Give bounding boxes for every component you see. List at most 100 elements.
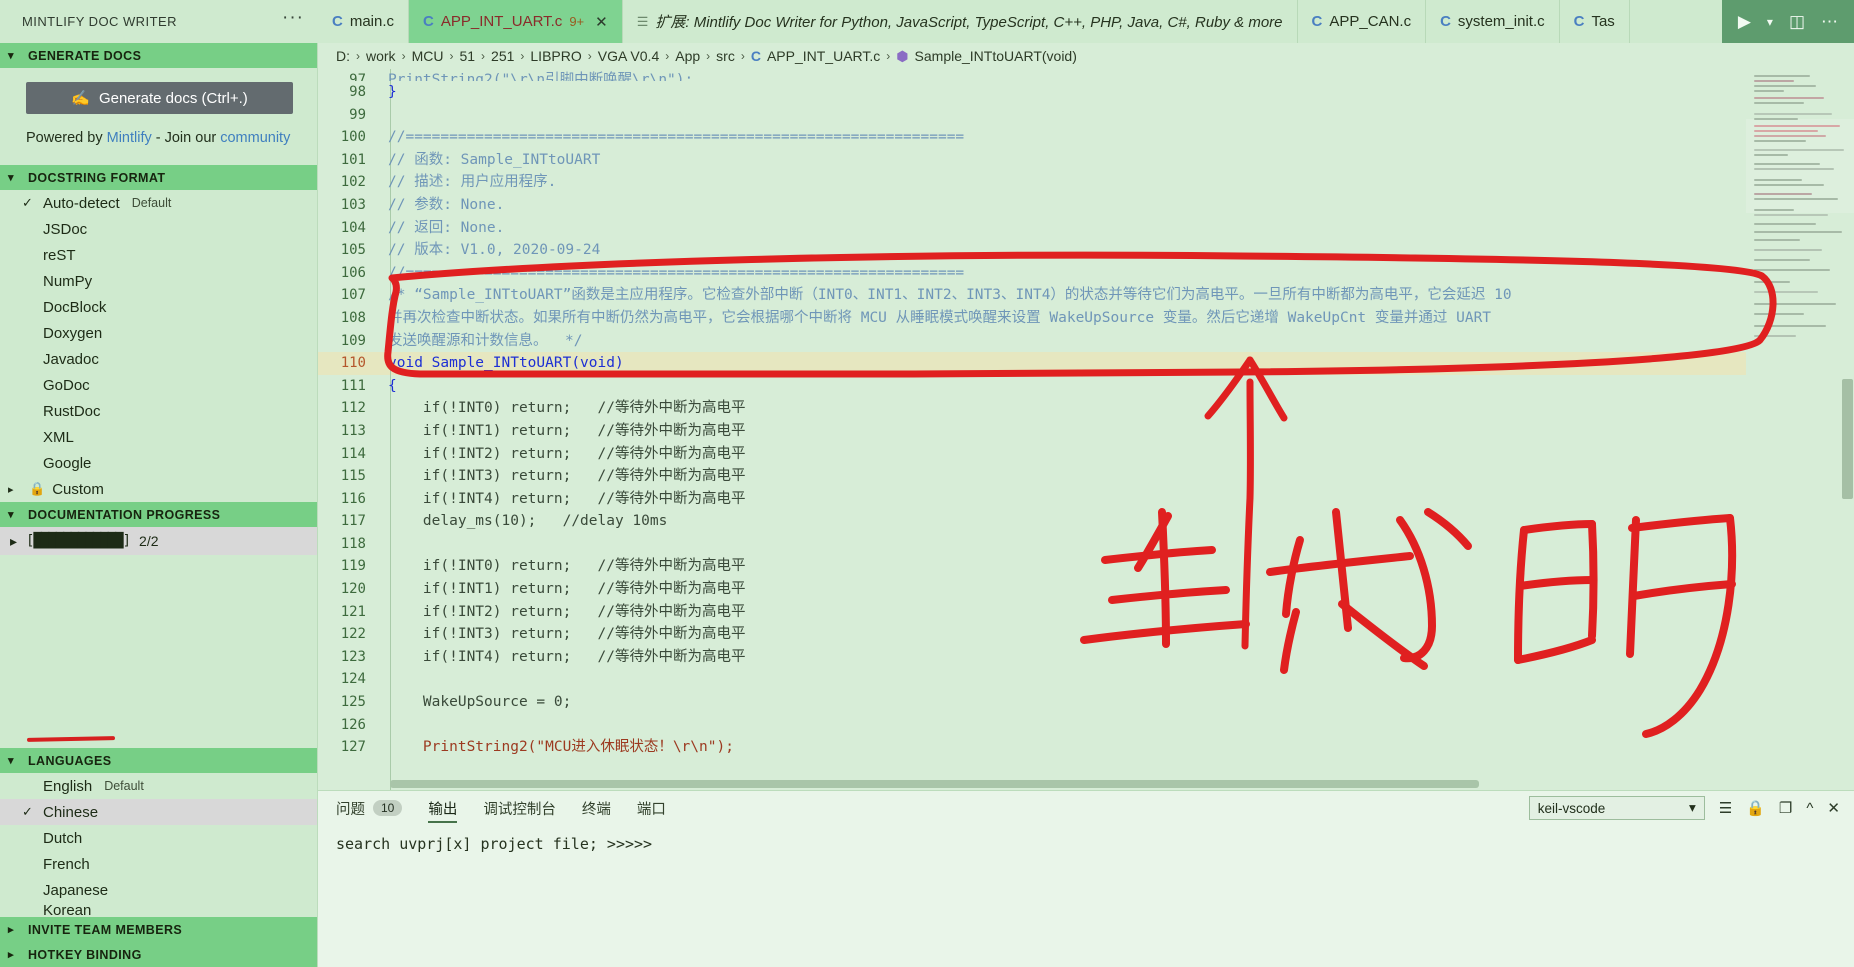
editor-minimap[interactable] <box>1746 69 1854 790</box>
section-invite-team-members[interactable]: ▸ INVITE TEAM MEMBERS <box>0 917 317 942</box>
editor-tab-app-int-uart-c[interactable]: C APP_INT_UART.c 9+ ✕ <box>409 0 623 43</box>
breadcrumb-item-9[interactable]: APP_INT_UART.c <box>767 48 880 64</box>
item-label: Custom <box>52 480 104 498</box>
breadcrumb-item-1[interactable]: work <box>366 48 396 64</box>
editor-tab-task-c[interactable]: C Tas <box>1559 0 1630 43</box>
more-actions-icon[interactable]: ⋯ <box>1821 12 1838 32</box>
breadcrumb-item-8[interactable]: src <box>716 48 735 64</box>
docstring-item-rest[interactable]: reST <box>0 242 317 268</box>
chevron-right-icon[interactable]: ▸ <box>10 533 17 550</box>
generate-docs-button[interactable]: ✍ Generate docs (Ctrl+.) <box>26 82 293 114</box>
line-number: 110 <box>340 355 366 372</box>
item-label: GoDoc <box>43 376 90 394</box>
output-channel-select[interactable]: keil-vscode ▾ <box>1528 796 1705 820</box>
language-item-chinese[interactable]: ✓ Chinese <box>0 799 317 825</box>
editor-tab-extension[interactable]: ☰ 扩展: Mintlify Doc Writer for Python, Ja… <box>622 0 1298 43</box>
docstring-item-docblock[interactable]: DocBlock <box>0 294 317 320</box>
docstring-item-rustdoc[interactable]: RustDoc <box>0 398 317 424</box>
code-line: 104 // 返回: None. <box>318 217 1746 240</box>
line-text: if(!INT3) return; //等待外中断为高电平 <box>388 468 746 485</box>
split-editor-icon[interactable]: ◫ <box>1789 12 1805 32</box>
clear-output-icon[interactable]: ☰ <box>1719 799 1732 817</box>
documentation-progress-row[interactable]: ▸ [████████████] 2/2 <box>0 527 317 556</box>
breadcrumb: D: › work › MCU › 51 › 251 › LIBPRO › VGA V0.4… <box>318 43 1854 69</box>
docstring-item-numpy[interactable]: NumPy <box>0 268 317 294</box>
lock-icon[interactable]: 🔒 <box>1746 799 1765 817</box>
line-text: if(!INT4) return; //等待外中断为高电平 <box>388 490 746 507</box>
code-line: 121 if(!INT2) return; //等待外中断为高电平 <box>318 601 1746 624</box>
breadcrumb-item-10[interactable]: Sample_INTtoUART(void) <box>915 48 1077 64</box>
panel-tab-ports[interactable]: 端口 <box>637 791 666 825</box>
language-item-japanese[interactable]: Japanese <box>0 877 317 903</box>
breadcrumb-item-0[interactable]: D: <box>336 48 350 64</box>
docstring-item-custom[interactable]: ▸ 🔒 Custom <box>0 476 317 502</box>
extension-icon: ☰ <box>636 13 649 29</box>
item-label: Auto-detect <box>43 194 120 212</box>
panel-tab-problems[interactable]: 问题 10 <box>336 791 403 825</box>
panel-tab-debug-console[interactable]: 调试控制台 <box>483 791 556 825</box>
panel-tab-terminal[interactable]: 终端 <box>582 791 611 825</box>
vertical-scrollbar-thumb[interactable] <box>1842 379 1853 499</box>
new-window-icon[interactable]: ❐ <box>1779 799 1792 817</box>
editor-tab-system-init-c[interactable]: C system_init.c <box>1426 0 1560 43</box>
chevron-down-icon[interactable]: ▾ <box>1767 15 1773 29</box>
docstring-item-xml[interactable]: XML <box>0 424 317 450</box>
line-text: 并再次检查中断状态。如果所有中断仍然为高电平，它会根据哪个中断将 MCU 从睡眠… <box>388 309 1492 326</box>
code-line-current: 110 void Sample_INTtoUART(void) <box>318 352 1746 375</box>
docstring-item-google[interactable]: Google <box>0 450 317 476</box>
close-icon[interactable]: ✕ <box>595 13 608 31</box>
breadcrumb-item-5[interactable]: LIBPRO <box>530 48 581 64</box>
line-number: 102 <box>340 174 366 191</box>
docstring-item-javadoc[interactable]: Javadoc <box>0 346 317 372</box>
community-link[interactable]: community <box>220 130 290 146</box>
line-number: 116 <box>340 490 366 507</box>
section-languages[interactable]: ▾ LANGUAGES <box>0 748 317 773</box>
language-item-dutch[interactable]: Dutch <box>0 825 317 851</box>
breadcrumb-separator: › <box>401 49 406 63</box>
language-item-french[interactable]: French <box>0 851 317 877</box>
section-generate-docs[interactable]: ▾ GENERATE DOCS <box>0 43 317 68</box>
section-documentation-progress[interactable]: ▾ DOCUMENTATION PROGRESS <box>0 502 317 528</box>
vertical-scrollbar[interactable] <box>1840 69 1854 790</box>
docstring-item-doxygen[interactable]: Doxygen <box>0 320 317 346</box>
language-item-korean[interactable]: Korean <box>0 903 317 917</box>
item-label: Dutch <box>43 829 83 847</box>
docstring-item-jsdoc[interactable]: JSDoc <box>0 216 317 242</box>
language-item-english[interactable]: English Default <box>0 773 317 799</box>
mintlify-link[interactable]: Mintlify <box>107 130 152 146</box>
section-docstring-format[interactable]: ▾ DOCSTRING FORMAT <box>0 165 317 191</box>
line-number: 113 <box>340 422 366 439</box>
bottom-panel: 问题 10 输出 调试控制台 终端 端口 keil-vscode ▾ ☰ 🔒 ❐… <box>318 790 1854 967</box>
line-number: 122 <box>340 626 366 643</box>
line-number: 112 <box>340 400 366 417</box>
chevron-up-icon[interactable]: ^ <box>1806 800 1813 817</box>
chevron-down-icon: ▾ <box>8 50 14 62</box>
breadcrumb-item-2[interactable]: MCU <box>412 48 444 64</box>
editor-tab-main-c[interactable]: C main.c <box>318 0 410 43</box>
breadcrumb-item-6[interactable]: VGA V0.4 <box>598 48 659 64</box>
docstring-item-godoc[interactable]: GoDoc <box>0 372 317 398</box>
breadcrumb-item-4[interactable]: 251 <box>491 48 514 64</box>
docstring-item-auto-detect[interactable]: ✓ Auto-detect Default <box>0 190 317 216</box>
tab-unsaved-badge: 9+ <box>569 14 585 29</box>
code-line: 102 // 描述: 用户应用程序. <box>318 171 1746 194</box>
breadcrumb-separator: › <box>706 49 711 63</box>
line-number: 119 <box>340 558 366 575</box>
horizontal-scrollbar-thumb[interactable] <box>390 780 1480 788</box>
section-label: DOCUMENTATION PROGRESS <box>28 507 221 522</box>
code-line: 101 // 函数: Sample_INTtoUART <box>318 149 1746 172</box>
run-debug-icon[interactable]: ▶ <box>1738 12 1751 32</box>
code-line: 109 发送唤醒源和计数信息。 */ <box>318 330 1746 353</box>
sidebar-more-icon[interactable]: ··· <box>282 8 304 27</box>
breadcrumb-item-3[interactable]: 51 <box>459 48 475 64</box>
section-hotkey-binding[interactable]: ▸ HOTKEY BINDING <box>0 942 317 967</box>
editor-tab-app-can-c[interactable]: C APP_CAN.c <box>1297 0 1427 43</box>
panel-tab-output[interactable]: 输出 <box>428 791 458 825</box>
line-text: PrintString2("\r\n引脚中断唤醒\r\n"); <box>388 72 694 81</box>
horizontal-scrollbar[interactable] <box>390 780 1628 788</box>
close-icon[interactable]: ✕ <box>1827 799 1840 817</box>
breadcrumb-item-7[interactable]: App <box>675 48 700 64</box>
code-content[interactable]: 97 PrintString2("\r\n引脚中断唤醒\r\n"); 98} 9… <box>318 69 1746 790</box>
line-text: // 参数: None. <box>388 196 505 213</box>
tab-label: main.c <box>349 13 395 30</box>
